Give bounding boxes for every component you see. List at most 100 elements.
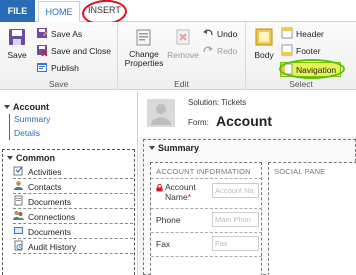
documents-icon — [13, 195, 24, 208]
header-label: Header — [296, 28, 324, 39]
common-item-contacts[interactable]: Contacts — [13, 180, 133, 194]
save-button[interactable]: Save — [4, 28, 30, 60]
remove-button[interactable]: Remove — [166, 28, 200, 60]
account-section-title: ACCOUNT INFORMATION — [156, 167, 251, 176]
edit-group-label: Edit — [174, 79, 189, 89]
collapse-caret-icon — [149, 146, 155, 150]
account-information-section[interactable]: ACCOUNT INFORMATION Account Name* Accoun… — [150, 162, 262, 275]
redo-arrow-icon — [202, 44, 214, 58]
form-label: Form: — [188, 118, 209, 127]
summary-tab[interactable]: Summary ACCOUNT INFORMATION Account Name… — [143, 139, 356, 275]
common-item-documents[interactable]: Documents — [13, 195, 133, 209]
undo-arrow-icon — [202, 27, 214, 41]
social-pane-section[interactable]: SOCIAL PANE — [268, 162, 356, 275]
entity-placeholder-icon — [147, 99, 175, 127]
redo-button[interactable]: Redo — [202, 44, 237, 57]
field-label-text: Account Name — [165, 182, 196, 202]
save-and-close-icon — [36, 44, 48, 58]
common-item-label: Activities — [28, 166, 62, 177]
common-nav-group[interactable]: Common Activities Contacts Documents Con… — [2, 149, 135, 275]
common-nav-header[interactable]: Common — [3, 152, 55, 164]
form-navigation-pane: Account Summary Details Common Activitie… — [0, 91, 138, 275]
redo-label: Redo — [217, 45, 238, 56]
footer-button[interactable]: Footer — [281, 44, 321, 57]
field-fax[interactable]: Fax Fax — [151, 232, 262, 256]
select-group-label: Select — [289, 79, 313, 89]
undo-label: Undo — [217, 28, 238, 39]
social-pane-title: SOCIAL PANE — [274, 167, 326, 176]
solution-name: Solution: Tickets — [188, 98, 247, 107]
body-icon — [250, 28, 278, 48]
account-nav-header[interactable]: Account — [0, 101, 49, 113]
field-label: Account Name* — [165, 182, 211, 202]
tab-home[interactable]: HOME — [38, 1, 80, 23]
form-header: Solution: Tickets Form: Account — [139, 91, 356, 137]
edit-group: Change Properties Remove Undo Redo Edit — [118, 22, 246, 90]
save-and-close-label: Save and Close — [51, 45, 112, 56]
change-properties-button[interactable]: Change Properties — [122, 28, 166, 68]
field-empty[interactable] — [151, 256, 262, 275]
audit-history-icon — [13, 240, 24, 253]
footer-icon — [281, 44, 293, 58]
save-as-icon — [36, 27, 48, 41]
ribbon: Save Save As Save and Close Publish Save — [0, 22, 356, 90]
floppy-disk-icon — [4, 28, 30, 48]
save-as-label: Save As — [51, 28, 83, 39]
common-item-audit-history[interactable]: Audit History — [13, 240, 133, 254]
common-item-documents-2[interactable]: Documents — [13, 225, 133, 239]
body-label: Body — [254, 50, 274, 60]
common-nav-title: Common — [16, 153, 55, 163]
common-item-label: Connections — [28, 211, 76, 222]
remove-icon — [166, 28, 200, 48]
save-group-label: Save — [48, 79, 69, 89]
contacts-icon — [13, 180, 24, 193]
form-title: Account — [216, 113, 272, 129]
collapse-caret-icon — [7, 156, 13, 160]
nav-link-summary[interactable]: Summary — [14, 114, 50, 124]
nav-rail — [9, 114, 10, 140]
nav-link-details[interactable]: Details — [14, 128, 40, 138]
common-item-connections[interactable]: Connections — [13, 210, 133, 224]
lock-icon — [156, 183, 163, 194]
common-item-label: Documents — [28, 226, 71, 237]
save-group: Save Save As Save and Close Publish Save — [0, 22, 118, 90]
save-label: Save — [7, 50, 27, 60]
remove-label: Remove — [167, 50, 199, 60]
fax-input[interactable]: Fax — [212, 236, 259, 251]
tab-file[interactable]: FILE — [0, 0, 35, 22]
collapse-caret-icon — [4, 105, 10, 109]
documents-icon — [13, 225, 24, 238]
publish-label: Publish — [51, 62, 79, 73]
field-label: Phone — [156, 215, 181, 225]
undo-button[interactable]: Undo — [202, 27, 237, 40]
common-item-activities[interactable]: Activities — [13, 165, 133, 179]
common-item-label: Audit History — [28, 241, 77, 252]
summary-tab-title: Summary — [158, 143, 200, 153]
header-icon — [281, 27, 293, 41]
change-properties-label-line2: Properties — [124, 58, 164, 68]
phone-input[interactable]: Main Phon — [212, 212, 259, 227]
navigation-annotation-circle — [279, 59, 345, 79]
account-nav-title: Account — [13, 102, 49, 112]
header-button[interactable]: Header — [281, 27, 324, 40]
publish-button[interactable]: Publish — [36, 61, 79, 74]
required-asterisk: * — [187, 192, 191, 202]
common-item-label: Contacts — [28, 181, 62, 192]
connections-icon — [13, 210, 24, 223]
save-and-close-button[interactable]: Save and Close — [36, 44, 111, 57]
ribbon-tab-strip: FILE HOME INSERT — [0, 0, 356, 27]
publish-icon — [36, 61, 48, 75]
activities-icon — [13, 165, 24, 178]
form-editor-canvas: Solution: Tickets Form: Account Summary … — [139, 91, 356, 275]
field-phone[interactable]: Phone Main Phon — [151, 208, 262, 232]
field-account-name[interactable]: Account Name* Account Na — [151, 178, 262, 208]
footer-label: Footer — [296, 45, 321, 56]
field-label: Fax — [156, 239, 171, 249]
common-item-label: Documents — [28, 196, 71, 207]
save-as-button[interactable]: Save As — [36, 27, 82, 40]
account-name-input[interactable]: Account Na — [212, 183, 259, 198]
properties-icon — [122, 28, 166, 48]
body-button[interactable]: Body — [250, 28, 278, 60]
select-group: Body Header Footer Navigation Select — [246, 22, 356, 90]
summary-tab-header[interactable]: Summary — [149, 143, 199, 153]
